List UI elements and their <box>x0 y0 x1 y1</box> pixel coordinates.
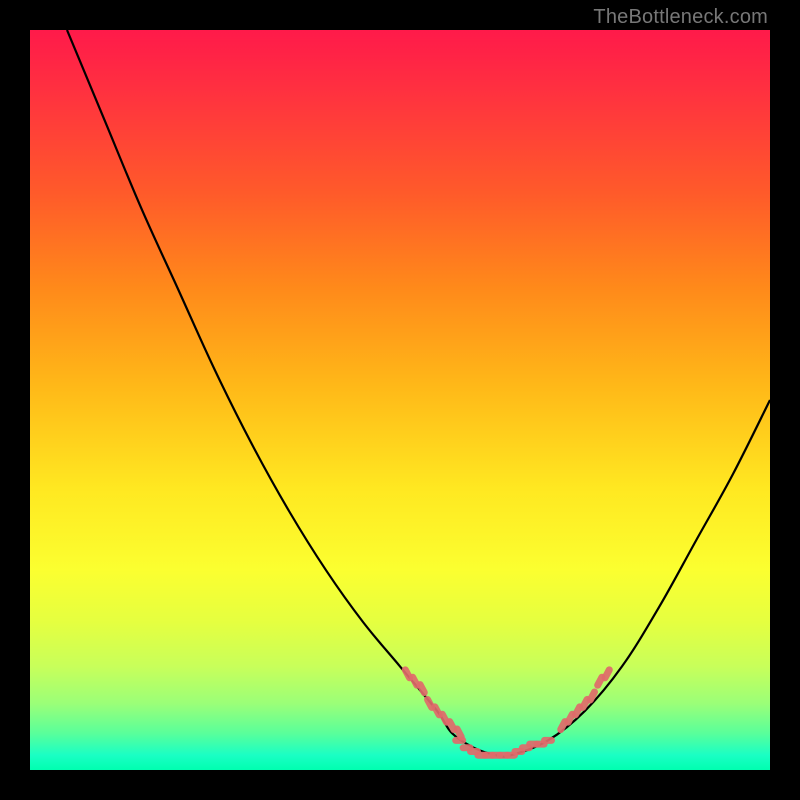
watermark-text: TheBottleneck.com <box>593 6 768 29</box>
series-bottleneck-curve <box>67 30 770 757</box>
chart-container: TheBottleneck.com <box>0 0 800 800</box>
highlight-dot <box>452 737 466 744</box>
curve-svg <box>30 30 770 770</box>
series-group <box>67 30 770 757</box>
highlight-dots-group <box>401 665 614 759</box>
plot-area <box>30 30 770 770</box>
highlight-dot <box>541 737 555 744</box>
